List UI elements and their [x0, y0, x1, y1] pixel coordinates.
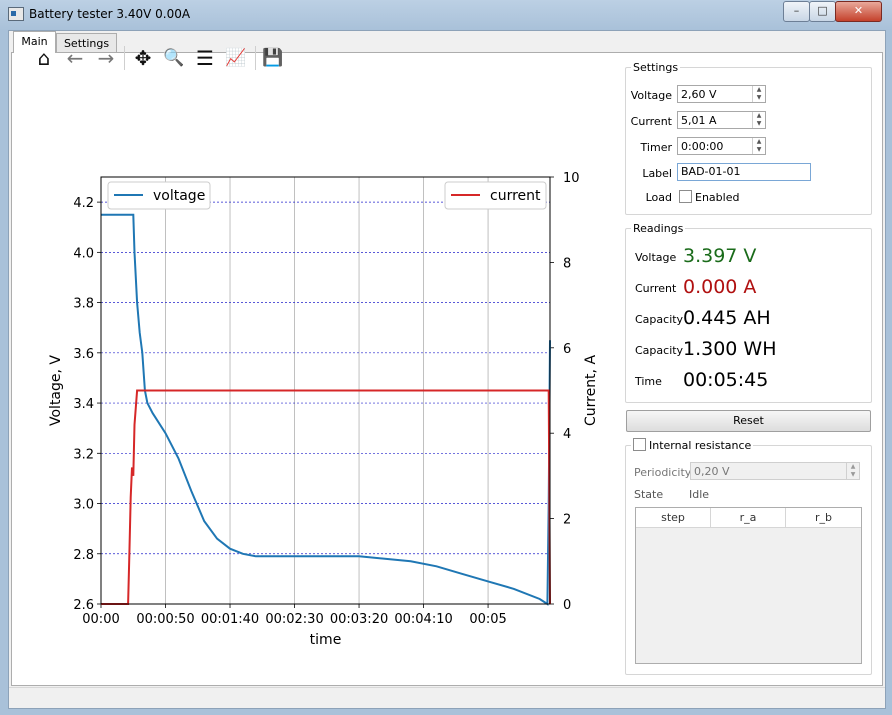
spin-arrows-icon[interactable]: ▲ ▼	[752, 112, 765, 128]
column-header-step[interactable]: step	[636, 508, 711, 528]
y-left-tick-label: 3.0	[73, 498, 94, 513]
tab-main[interactable]: Main	[13, 31, 56, 53]
y-right-tick-label: 6	[563, 342, 571, 357]
timer-setting-label: Timer	[640, 141, 672, 154]
state-label: State	[634, 488, 664, 501]
x-tick-label: 00:03:20	[330, 612, 388, 627]
plot-canvas[interactable]: 00:00 00:00:50 00:01:40 00:02:30 00:03:20 00:…	[0, 0, 620, 660]
label-input[interactable]: BAD-01-01	[677, 163, 811, 181]
y-right-tick-label: 0	[563, 598, 571, 613]
load-enabled-label: Enabled	[695, 191, 740, 204]
capacity-wh-value: 1.300 WH	[683, 338, 777, 360]
x-tick-label: 00:01:40	[201, 612, 259, 627]
x-tick-label: 00:05	[469, 612, 506, 627]
close-button[interactable]: ✕	[835, 1, 882, 22]
capacity-ah-label: Capacity	[635, 313, 684, 326]
x-tick-label: 00:02:30	[265, 612, 323, 627]
reset-button[interactable]: Reset	[626, 410, 871, 432]
y-left-tick-label: 2.8	[73, 548, 94, 563]
column-header-r-b[interactable]: r_b	[786, 508, 861, 528]
voltage-reading-value: 3.397 V	[683, 245, 757, 267]
x-tick-label: 00:00	[82, 612, 119, 627]
time-reading-value: 00:05:45	[683, 369, 769, 391]
legend-current-label: current	[490, 188, 541, 204]
readings-group-title: Readings	[631, 222, 686, 235]
current-reading-label: Current	[635, 282, 677, 295]
internal-resistance-checkbox[interactable]	[633, 438, 646, 451]
maximize-button[interactable]: □	[809, 1, 836, 22]
y-left-tick-label: 4.2	[73, 196, 94, 211]
y-right-tick-label: 4	[563, 427, 571, 442]
minimize-button[interactable]: –	[783, 1, 810, 22]
app-window: Battery tester 3.40V 0.00A – □ ✕ Main Se…	[0, 0, 892, 715]
time-reading-label: Time	[635, 375, 662, 388]
voltage-reading-label: Voltage	[635, 251, 677, 264]
state-value: Idle	[689, 488, 710, 501]
x-tick-label: 00:04:10	[394, 612, 452, 627]
spin-arrows-icon[interactable]: ▲ ▼	[752, 86, 765, 102]
current-reading-value: 0.000 A	[683, 276, 757, 298]
column-header-r-a[interactable]: r_a	[711, 508, 786, 528]
current-setting-value: 5,01 A	[681, 114, 717, 127]
y-left-tick-label: 3.6	[73, 347, 94, 362]
x-tick-label: 00:00:50	[136, 612, 194, 627]
status-bar	[9, 687, 885, 708]
resistance-table[interactable]: step r_a r_b	[635, 507, 862, 664]
y-right-tick-label: 8	[563, 256, 571, 271]
spin-arrows-icon[interactable]: ▲ ▼	[752, 138, 765, 154]
voltage-setting-label: Voltage	[630, 89, 672, 102]
label-setting-label: Label	[642, 167, 672, 180]
load-label: Load	[645, 191, 672, 204]
periodicity-spinbox[interactable]: 0,20 V	[690, 462, 860, 480]
y-right-tick-label: 10	[563, 171, 580, 186]
internal-resistance-label: Internal resistance	[649, 439, 752, 452]
y-left-tick-label: 2.6	[73, 598, 94, 613]
y-right-axis-label: Current, A	[583, 355, 599, 426]
y-left-tick-label: 3.2	[73, 447, 94, 462]
y-left-tick-label: 3.8	[73, 297, 94, 312]
y-left-tick-label: 4.0	[73, 246, 94, 261]
y-left-tick-label: 3.4	[73, 397, 94, 412]
load-enabled-checkbox[interactable]	[679, 190, 692, 203]
capacity-ah-value: 0.445 AH	[683, 307, 771, 329]
capacity-wh-label: Capacity	[635, 344, 684, 357]
legend-voltage-label: voltage	[153, 188, 205, 204]
x-axis-label: time	[310, 632, 342, 648]
spin-arrows-icon[interactable]: ▲ ▼	[846, 463, 859, 479]
timer-setting-value: 0:00:00	[681, 140, 724, 153]
current-setting-label: Current	[630, 115, 672, 128]
y-right-tick-label: 2	[563, 513, 571, 528]
settings-group-title: Settings	[631, 61, 681, 74]
periodicity-value: 0,20 V	[694, 465, 730, 478]
voltage-setting-value: 2,60 V	[681, 88, 717, 101]
periodicity-label: Periodicity	[634, 466, 692, 479]
y-left-axis-label: Voltage, V	[48, 355, 64, 426]
